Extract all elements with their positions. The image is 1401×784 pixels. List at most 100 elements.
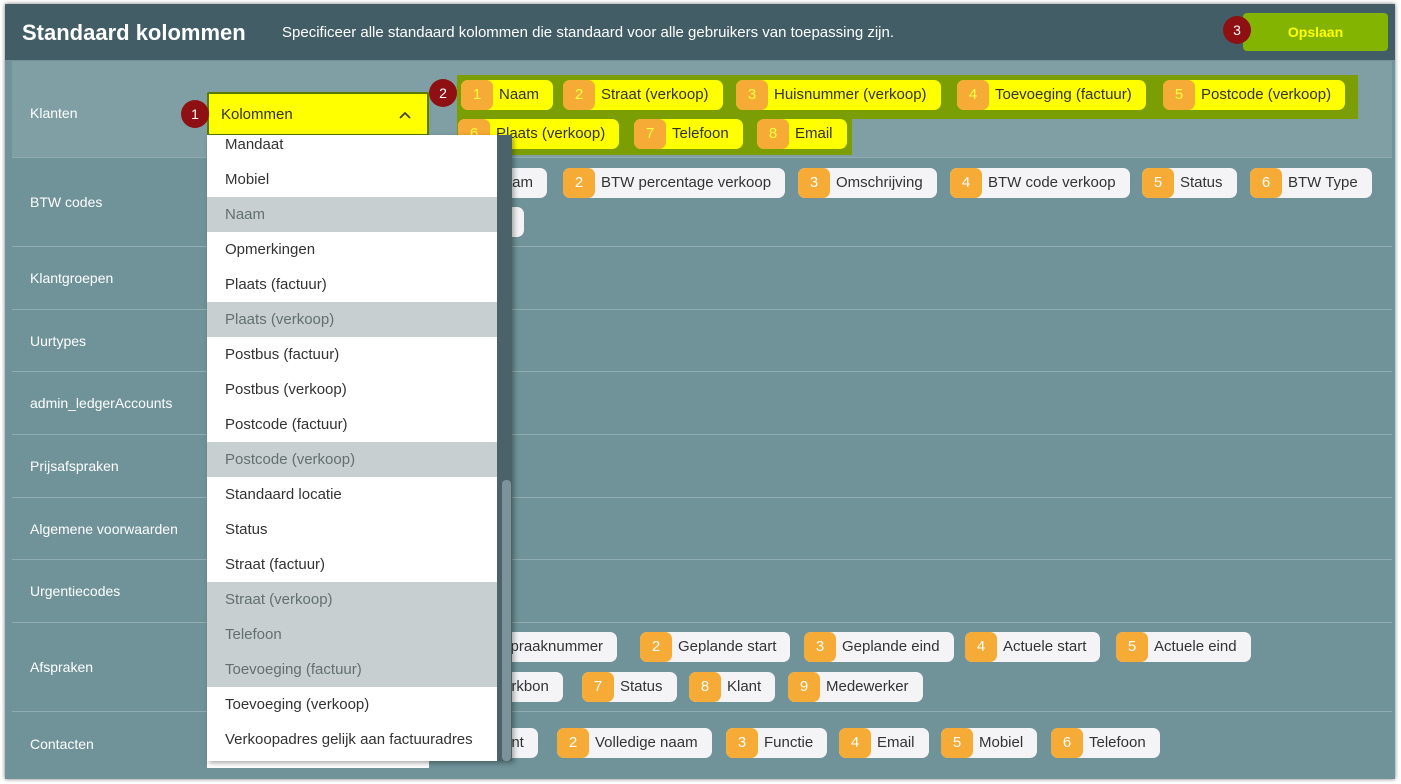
chip-number: 6 — [1250, 168, 1282, 198]
column-chip[interactable]: 5 Status — [1142, 168, 1237, 198]
dropdown-option[interactable]: Straat (verkoop) — [207, 582, 497, 617]
column-chip[interactable]: 3 Huisnummer (verkoop) — [736, 80, 941, 110]
chip-number: 5 — [1163, 80, 1195, 110]
chip-number: 5 — [1142, 168, 1174, 198]
chip-label: Status — [1180, 174, 1223, 191]
dropdown-option[interactable]: Toevoeging (verkoop) — [207, 687, 497, 722]
page-title: Standaard kolommen — [22, 20, 246, 45]
column-chip[interactable]: 5 Mobiel — [941, 728, 1038, 758]
chip-number: 7 — [582, 672, 614, 702]
column-chip[interactable]: 6 Telefoon — [1051, 728, 1160, 758]
column-chip[interactable]: 5 Actuele eind — [1116, 632, 1251, 662]
column-chip[interactable]: 4 Toevoeging (factuur) — [957, 80, 1146, 110]
dropdown-option[interactable]: Naam — [207, 197, 497, 232]
chip-label: Telefoon — [672, 125, 729, 142]
column-chip[interactable]: 6 BTW Type — [1250, 168, 1372, 198]
chip-label: Naam — [499, 86, 540, 103]
chip-label: Plaats (verkoop) — [496, 125, 606, 142]
dropdown-option[interactable]: Postbus (factuur) — [207, 337, 497, 372]
dropdown-option[interactable]: Postbus (verkoop) — [207, 372, 497, 407]
chip-label: Actuele eind — [1154, 638, 1237, 655]
chip-label: Postcode (verkoop) — [1201, 86, 1332, 103]
settings-panel: Standaard kolommen Specificeer alle stan… — [5, 4, 1395, 779]
chip-label: Klant — [727, 678, 762, 695]
callout-badge: 1 — [181, 100, 209, 128]
column-chip[interactable]: 9 Medewerker — [788, 672, 923, 702]
chip-label: Geplande eind — [842, 638, 940, 655]
dropdown-option[interactable]: Mobiel — [207, 162, 497, 197]
dropdown-option[interactable]: Postcode (verkoop) — [207, 442, 497, 477]
chip-number: 7 — [634, 119, 666, 149]
chip-label: Toevoeging (factuur) — [995, 86, 1132, 103]
chip-number: 5 — [1116, 632, 1148, 662]
column-chip[interactable]: 2 Volledige naam — [557, 728, 712, 758]
chip-number: 2 — [563, 80, 595, 110]
chip-label: spraaknummer — [503, 638, 604, 655]
row-label: Klantgroepen — [30, 270, 114, 286]
dropdown-option[interactable]: Plaats (verkoop) — [207, 302, 497, 337]
save-button[interactable]: Opslaan — [1243, 13, 1388, 51]
chip-label: Huisnummer (verkoop) — [774, 86, 927, 103]
column-chip[interactable]: 2 Straat (verkoop) — [563, 80, 723, 110]
chip-number: 2 — [557, 728, 589, 758]
chip-number: 3 — [804, 632, 836, 662]
columns-select[interactable]: Kolommen — [207, 92, 429, 136]
dropdown-option[interactable]: Plaats (factuur) — [207, 267, 497, 302]
dropdown-option[interactable]: Status — [207, 512, 497, 547]
chip-number: 8 — [757, 119, 789, 149]
chip-number: 4 — [839, 728, 871, 758]
page-description: Specificeer alle standaard kolommen die … — [282, 24, 895, 41]
row-label: Urgentiecodes — [30, 583, 121, 599]
chip-number: 2 — [563, 168, 595, 198]
chip-number: 3 — [736, 80, 768, 110]
row-label: admin_ledgerAccounts — [30, 395, 173, 411]
dropdown-option[interactable]: Opmerkingen — [207, 232, 497, 267]
chip-number: 4 — [965, 632, 997, 662]
column-chip[interactable]: 3 Geplande eind — [804, 632, 954, 662]
column-chip[interactable]: 8 Email — [757, 119, 847, 149]
chip-label: Medewerker — [826, 678, 909, 695]
chip-label: Status — [620, 678, 663, 695]
column-chip[interactable]: 7 Status — [582, 672, 677, 702]
column-chip[interactable]: 1 Naam — [461, 80, 554, 110]
row-label: Afspraken — [30, 659, 94, 675]
row-label: Contacten — [30, 736, 94, 752]
column-chip[interactable]: 4 BTW code verkoop — [950, 168, 1130, 198]
chip-label: Email — [795, 125, 833, 142]
chip-label: BTW code verkoop — [988, 174, 1116, 191]
column-chip[interactable]: 2 Geplande start — [640, 632, 791, 662]
column-chip[interactable]: 3 Functie — [726, 728, 828, 758]
chip-number: 1 — [461, 80, 493, 110]
column-chip[interactable]: 8 Klant — [689, 672, 776, 702]
scrollbar-thumb[interactable] — [502, 480, 511, 761]
chip-number: 4 — [950, 168, 982, 198]
chip-label: Omschrijving — [836, 174, 923, 191]
column-chip[interactable]: 7 Telefoon — [634, 119, 743, 149]
chip-number: 6 — [1051, 728, 1083, 758]
dropdown-option[interactable]: Toevoeging (factuur) — [207, 652, 497, 687]
dropdown-option[interactable]: Postcode (factuur) — [207, 407, 497, 442]
chip-label: BTW Type — [1288, 174, 1358, 191]
column-chip[interactable]: 5 Postcode (verkoop) — [1163, 80, 1346, 110]
dropdown-option[interactable]: Straat (factuur) — [207, 547, 497, 582]
chip-label: BTW percentage verkoop — [601, 174, 772, 191]
chip-label: Straat (verkoop) — [601, 86, 709, 103]
chip-label: Functie — [764, 734, 814, 751]
dropdown-option[interactable]: Verkoopadres gelijk aan factuuradres — [207, 722, 497, 757]
dropdown-option[interactable]: Telefoon — [207, 617, 497, 652]
column-chip[interactable]: 4 Actuele start — [965, 632, 1101, 662]
chip-label: Volledige naam — [595, 734, 698, 751]
dropdown-option[interactable]: Mandaat — [207, 135, 497, 162]
chip-label: Telefoon — [1089, 734, 1146, 751]
columns-dropdown-list: Mandaat Mobiel Naam Opmerkingen Plaats (… — [207, 135, 512, 761]
chip-number: 8 — [689, 672, 721, 702]
row-label: Prijsafspraken — [30, 458, 119, 474]
column-chip[interactable]: 2 BTW percentage verkoop — [563, 168, 786, 198]
column-chip[interactable]: 3 Omschrijving — [798, 168, 937, 198]
column-chip[interactable]: 4 Email — [839, 728, 929, 758]
chip-label: Email — [877, 734, 915, 751]
dropdown-option[interactable]: Standaard locatie — [207, 477, 497, 512]
chip-number: 3 — [798, 168, 830, 198]
row-label: BTW codes — [30, 194, 103, 210]
chip-number: 3 — [726, 728, 758, 758]
